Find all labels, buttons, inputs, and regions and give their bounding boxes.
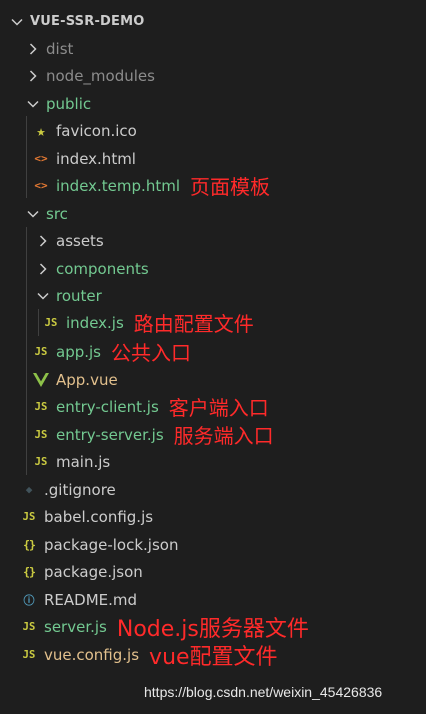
tree-item-favicon[interactable]: ★ favicon.ico (0, 117, 426, 144)
info-icon: ⓘ (23, 593, 35, 607)
tree-item-label: README.md (44, 590, 138, 609)
chevron-right-icon (26, 69, 40, 83)
tree-item-label: babel.config.js (44, 507, 154, 526)
tree-item-node-modules[interactable]: node_modules (0, 62, 426, 89)
tree-item-entry-client-js[interactable]: JS entry-client.js 客户端入口 (0, 393, 426, 420)
tree-item-app-js[interactable]: JS app.js 公共入口 (0, 338, 426, 365)
chevron-down-icon (26, 207, 40, 221)
tree-item-router[interactable]: router (0, 282, 426, 309)
tree-item-index-html[interactable]: <> index.html (0, 145, 426, 172)
tree-item-main-js[interactable]: JS main.js (0, 448, 426, 475)
git-icon: ◆ (25, 483, 33, 496)
tree-item-label: components (56, 259, 149, 278)
js-icon: JS (22, 510, 36, 523)
tree-item-label: assets (56, 231, 104, 250)
annotation-text: 页面模板 (189, 175, 270, 199)
chevron-right-icon (36, 234, 50, 248)
tree-item-index-temp-html[interactable]: <> index.temp.html 页面模板 (0, 172, 426, 199)
tree-item-label: server.js (44, 617, 107, 636)
tree-item-label: entry-client.js (56, 397, 159, 416)
annotation-text: 路由配置文件 (133, 312, 254, 336)
html-icon: <> (34, 179, 48, 192)
tree-item-gitignore[interactable]: ◆ .gitignore (0, 476, 426, 503)
vue-icon (32, 372, 50, 388)
chevron-down-icon (26, 97, 40, 111)
tree-item-label: main.js (56, 452, 111, 471)
tree-item-label: vue.config.js (44, 645, 140, 664)
tree-item-entry-server-js[interactable]: JS entry-server.js 服务端入口 (0, 421, 426, 448)
tree-item-babel-config-js[interactable]: JS babel.config.js (0, 503, 426, 530)
js-icon: JS (44, 316, 58, 329)
tree-item-server-js[interactable]: JS server.js Node.js服务器文件 (0, 613, 426, 642)
tree-item-label: package-lock.json (44, 535, 179, 554)
js-icon: JS (34, 400, 48, 413)
html-icon: <> (34, 152, 48, 165)
file-explorer: VUE-SSR-DEMO dist node_modules public ★ … (0, 0, 426, 714)
tree-item-label: src (46, 204, 68, 223)
js-icon: JS (22, 648, 36, 661)
tree-item-dist[interactable]: dist (0, 35, 426, 62)
chevron-right-icon (36, 262, 50, 276)
js-icon: JS (34, 455, 48, 468)
explorer-project-header[interactable]: VUE-SSR-DEMO (10, 8, 426, 35)
tree-item-src[interactable]: src (0, 200, 426, 227)
annotation-text: 公共入口 (111, 341, 191, 365)
tree-item-label: node_modules (46, 66, 155, 85)
tree-item-label: index.temp.html (56, 176, 180, 195)
tree-item-label: favicon.ico (56, 121, 137, 140)
tree-item-label: dist (46, 39, 74, 58)
js-icon: JS (22, 620, 36, 633)
chevron-down-icon (36, 289, 50, 303)
tree-item-label: entry-server.js (56, 425, 164, 444)
tree-item-label: App.vue (56, 370, 118, 389)
chevron-down-icon (10, 15, 24, 29)
tree-item-label: index.html (56, 149, 136, 168)
json-icon: {} (23, 564, 36, 579)
project-title: VUE-SSR-DEMO (30, 14, 145, 29)
tree-item-vue-config-js[interactable]: JS vue.config.js vue配置文件 (0, 641, 426, 670)
tree-item-package-lock-json[interactable]: {} package-lock.json (0, 531, 426, 558)
tree-item-app-vue[interactable]: App.vue (0, 366, 426, 393)
tree-item-components[interactable]: components (0, 255, 426, 282)
tree-item-label: router (56, 286, 102, 305)
chevron-right-icon (26, 42, 40, 56)
tree-item-router-index-js[interactable]: JS index.js 路由配置文件 (0, 309, 426, 336)
js-icon: JS (34, 345, 48, 358)
tree-item-label: index.js (66, 313, 124, 332)
tree-item-assets[interactable]: assets (0, 227, 426, 254)
watermark-url: https://blog.csdn.net/weixin_45426836 (144, 684, 383, 700)
tree-item-public[interactable]: public (0, 90, 426, 117)
tree-item-label: app.js (56, 342, 101, 361)
tree-item-label: public (46, 94, 92, 113)
tree-item-package-json[interactable]: {} package.json (0, 558, 426, 585)
json-icon: {} (23, 537, 36, 552)
annotation-text: 服务端入口 (173, 424, 274, 448)
tree-item-label: .gitignore (44, 480, 116, 499)
star-icon: ★ (36, 121, 46, 140)
tree-item-readme-md[interactable]: ⓘ README.md (0, 586, 426, 613)
js-icon: JS (34, 428, 48, 441)
annotation-text: 客户端入口 (168, 396, 269, 420)
annotation-text: vue配置文件 (149, 644, 278, 670)
tree-item-label: package.json (44, 562, 143, 581)
